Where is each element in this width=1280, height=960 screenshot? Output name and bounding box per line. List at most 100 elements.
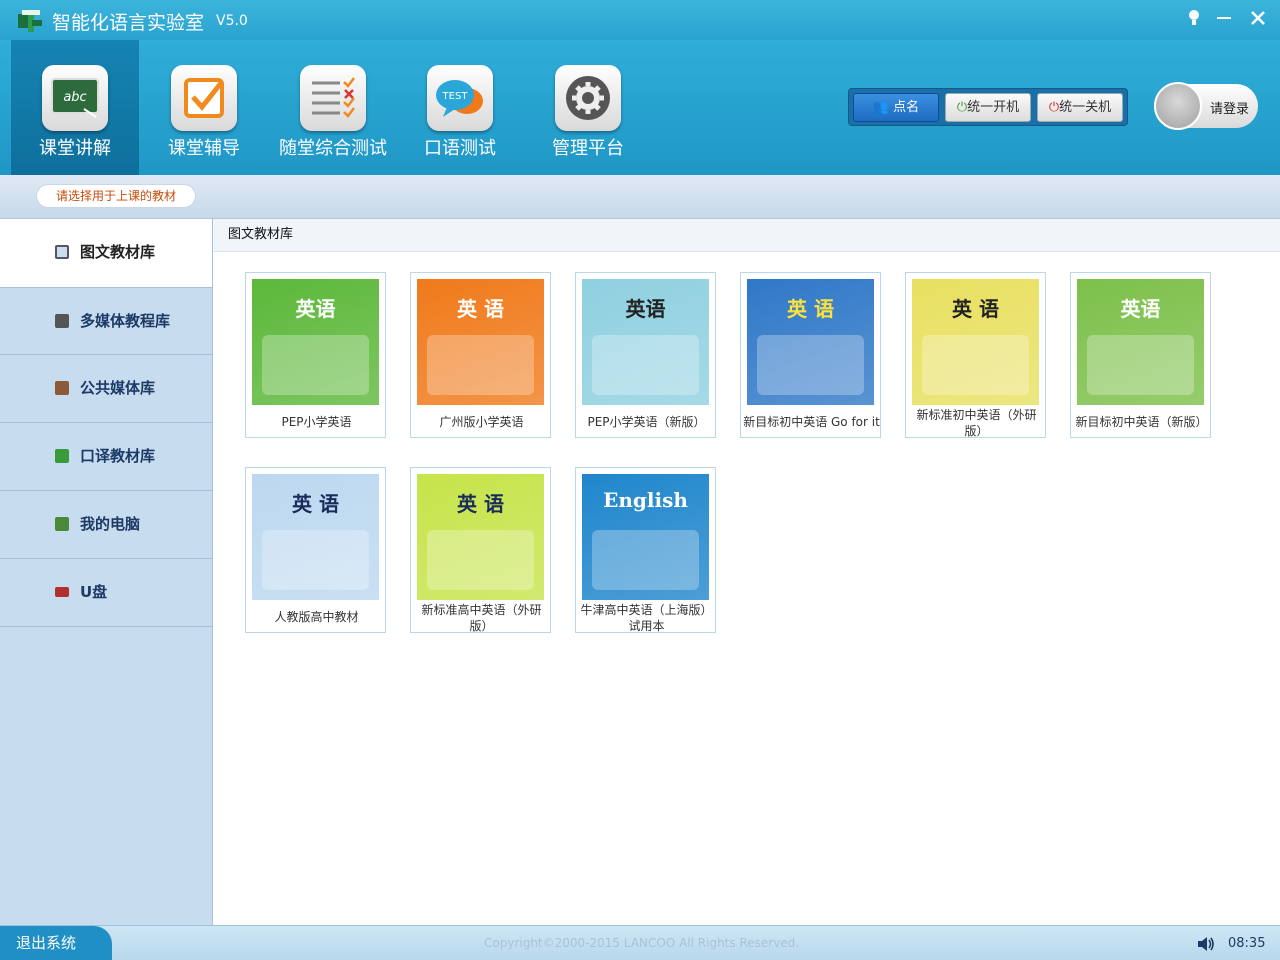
textbook-card[interactable]: 英 语新目标初中英语 Go for it bbox=[740, 272, 881, 438]
cover-title: 英语 bbox=[295, 297, 336, 321]
cover-title: 英 语 bbox=[457, 492, 504, 516]
tool-classroom-lecture[interactable]: abc 课堂讲解 bbox=[11, 40, 139, 175]
tool-comprehensive-test[interactable]: 随堂综合测试 bbox=[269, 40, 397, 175]
tool-label: 随堂综合测试 bbox=[279, 138, 387, 159]
main-content: 图文教材库 英语 PEP小学英语英 语广州版小学英语 英语 PEP小学英语（新版）英 … bbox=[213, 219, 1280, 925]
tool-label: 课堂辅导 bbox=[168, 138, 240, 159]
cover-art bbox=[757, 335, 864, 395]
textbook-card[interactable]: 英语新目标初中英语（新版） bbox=[1070, 272, 1211, 438]
login-label: 请登录 bbox=[1210, 102, 1250, 117]
power-off-all-button[interactable]: ⏻统一关机 bbox=[1037, 93, 1123, 122]
textbook-card[interactable]: 英 语新标准初中英语（外研版） bbox=[905, 272, 1046, 438]
app-version: V5.0 bbox=[216, 13, 248, 29]
cover-art bbox=[427, 530, 534, 590]
textbook-cover: 英 语 bbox=[252, 474, 379, 600]
chalkboard-icon: abc bbox=[42, 65, 108, 131]
breadcrumb: 图文教材库 bbox=[213, 219, 1280, 252]
sidebar-item-label: 多媒体教程库 bbox=[80, 312, 171, 330]
computer-icon bbox=[55, 517, 69, 531]
textbook-title: 新目标初中英语（新版） bbox=[1075, 415, 1208, 429]
cover-title: 英 语 bbox=[457, 297, 504, 321]
textbook-title: 新标准高中英语（外研版） bbox=[421, 603, 542, 633]
sidebar-item-multimedia[interactable]: 多媒体教程库 bbox=[0, 287, 212, 355]
cover-art bbox=[592, 530, 699, 590]
textbook-card[interactable]: English 牛津高中英语（上海版）试用本 bbox=[575, 467, 716, 633]
power-off-icon: ⏻ bbox=[1048, 100, 1060, 115]
textbook-cover: 英语 bbox=[1077, 279, 1204, 405]
textbook-title: 新标准初中英语（外研版） bbox=[916, 408, 1037, 438]
test-bubble-text: TEST bbox=[442, 91, 469, 102]
power-on-all-button[interactable]: ⏻统一开机 bbox=[945, 93, 1031, 122]
app-title: 智能化语言实验室 bbox=[52, 12, 205, 34]
clock: 08:35 bbox=[1228, 936, 1266, 951]
cover-art bbox=[262, 530, 369, 590]
sidebar-item-usb[interactable]: U盘 bbox=[0, 559, 212, 627]
speech-test-icon: TEST bbox=[427, 65, 493, 131]
class-control-group: 👥 点名 ⏻统一开机 ⏻统一关机 bbox=[848, 88, 1128, 126]
usb-icon bbox=[55, 587, 69, 597]
textbook-title: 牛津高中英语（上海版）试用本 bbox=[580, 603, 713, 633]
checklist-icon bbox=[300, 65, 366, 131]
textbook-card[interactable]: 英 语广州版小学英语 bbox=[410, 272, 551, 438]
textbook-card[interactable]: 英 语人教版高中教材 bbox=[245, 467, 386, 633]
textbook-cover: 英语 bbox=[582, 279, 709, 405]
tool-label: 管理平台 bbox=[552, 138, 624, 159]
login-button[interactable]: 请登录 bbox=[1154, 82, 1258, 130]
cover-title: 英 语 bbox=[952, 297, 999, 321]
hint-bar: 请选择用于上课的教材 bbox=[0, 175, 1280, 219]
textbook-cover: 英语 bbox=[252, 279, 379, 405]
svg-text:abc: abc bbox=[63, 90, 86, 105]
textbook-cover: English bbox=[582, 474, 709, 600]
app-logo-icon bbox=[18, 10, 42, 32]
sidebar-item-public-media[interactable]: 公共媒体库 bbox=[0, 355, 212, 423]
textbook-cover: 英 语 bbox=[747, 279, 874, 405]
library-sidebar: 图文教材库 多媒体教程库 公共媒体库 口译教材库 我的电脑 U盘 bbox=[0, 219, 213, 925]
sidebar-item-label: 我的电脑 bbox=[80, 515, 141, 533]
main-toolbar: abc 课堂讲解 课堂辅导 随堂综合测试 TEST 口语测试 管理平台 👥 点名… bbox=[0, 40, 1280, 175]
power-on-label: 统一开机 bbox=[967, 100, 1020, 115]
cover-art bbox=[592, 335, 699, 395]
status-bar: 退出系统 Copyright©2000-2015 LANCOO All Righ… bbox=[0, 925, 1280, 960]
gear-icon bbox=[555, 65, 621, 131]
textbook-card[interactable]: 英 语新标准高中英语（外研版） bbox=[410, 467, 551, 633]
title-bar: 智能化语言实验室 V5.0 bbox=[0, 0, 1280, 40]
tool-label: 口语测试 bbox=[424, 138, 496, 159]
textbook-cover: 英 语 bbox=[912, 279, 1039, 405]
cover-art bbox=[262, 335, 369, 395]
cover-title: English bbox=[603, 488, 688, 512]
power-off-label: 统一关机 bbox=[1059, 100, 1112, 115]
avatar bbox=[1154, 82, 1202, 130]
translate-icon bbox=[55, 449, 69, 463]
textbook-card[interactable]: 英语 PEP小学英语（新版） bbox=[575, 272, 716, 438]
textbook-title: PEP小学英语 bbox=[281, 415, 352, 429]
power-on-icon: ⏻ bbox=[956, 100, 968, 115]
textbook-title: 广州版小学英语 bbox=[439, 415, 524, 429]
textbook-title: 人教版高中教材 bbox=[274, 610, 359, 624]
minimize-button[interactable] bbox=[1212, 6, 1236, 30]
tool-oral-test[interactable]: TEST 口语测试 bbox=[396, 40, 524, 175]
sidebar-item-label: 公共媒体库 bbox=[80, 379, 156, 397]
tool-management-platform[interactable]: 管理平台 bbox=[524, 40, 652, 175]
exit-system-button[interactable]: 退出系统 bbox=[0, 926, 112, 960]
cover-title: 英语 bbox=[1120, 297, 1161, 321]
cover-art bbox=[427, 335, 534, 395]
sidebar-item-my-computer[interactable]: 我的电脑 bbox=[0, 491, 212, 559]
tool-label: 课堂讲解 bbox=[39, 138, 111, 159]
cover-art bbox=[1087, 335, 1194, 395]
cover-title: 英 语 bbox=[292, 492, 339, 516]
textbook-card[interactable]: 英语 PEP小学英语 bbox=[245, 272, 386, 438]
tool-classroom-tutoring[interactable]: 课堂辅导 bbox=[140, 40, 268, 175]
close-button[interactable] bbox=[1246, 6, 1270, 30]
sidebar-item-label: U盘 bbox=[80, 583, 108, 601]
rollcall-button[interactable]: 👥 点名 bbox=[853, 93, 939, 122]
image-icon bbox=[55, 245, 69, 259]
select-material-hint: 请选择用于上课的教材 bbox=[36, 184, 196, 208]
cover-title: 英语 bbox=[625, 297, 666, 321]
sidebar-item-interpretation[interactable]: 口译教材库 bbox=[0, 423, 212, 491]
volume-icon[interactable] bbox=[1196, 934, 1216, 954]
cover-title: 英 语 bbox=[787, 297, 834, 321]
tip-bulb-icon[interactable] bbox=[1182, 6, 1206, 30]
users-icon: 👥 bbox=[872, 100, 894, 115]
sidebar-item-picture-textbooks[interactable]: 图文教材库 bbox=[0, 219, 212, 287]
sidebar-item-label: 图文教材库 bbox=[80, 243, 156, 261]
